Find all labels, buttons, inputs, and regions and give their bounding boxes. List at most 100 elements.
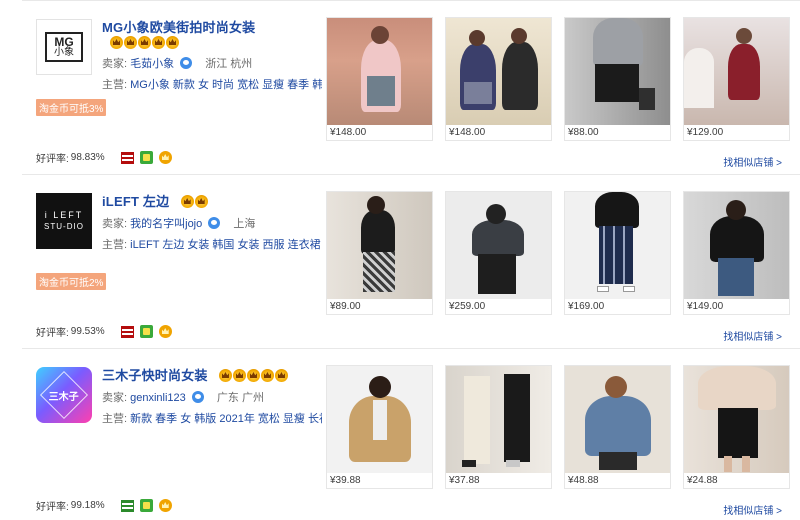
product-price: ¥37.88 [449, 475, 480, 486]
product-price: ¥129.00 [687, 127, 724, 138]
product-image[interactable] [327, 192, 432, 299]
product-image[interactable] [446, 192, 551, 299]
product-item[interactable]: ¥48.88 [564, 365, 671, 489]
rank-icon[interactable] [120, 499, 134, 512]
rating-row: 好评率: 99.18% [36, 498, 172, 513]
product-price: ¥89.00 [330, 301, 361, 312]
seller-line: 卖家: genxinli123 广东 广州 [102, 389, 322, 405]
crown-icon [110, 36, 123, 49]
product-image[interactable] [684, 366, 789, 473]
coin-discount-badge: 淘金币可抵2% [36, 273, 107, 290]
product-image[interactable] [565, 192, 670, 299]
product-item[interactable]: ¥169.00 [564, 191, 671, 315]
seller-name[interactable]: 我的名字叫jojo [130, 218, 202, 230]
product-item[interactable]: ¥129.00 [683, 17, 790, 141]
shop-card: i LEFT STU-DIO iLEFT 左边 卖家: 我的名字叫jojo 上海… [22, 177, 800, 349]
crown-icon [138, 36, 151, 49]
product-image[interactable] [446, 18, 551, 125]
shop-card: MG 小象 MG小象欧美街拍时尚女装 卖家: 毛茹小象 浙江 杭州 主营: MG… [22, 3, 800, 175]
main-business[interactable]: 新款 春季 女 韩版 2021年 宽松 显瘦 长袖 ... [130, 413, 322, 425]
crown-icon [194, 195, 208, 208]
product-item[interactable]: ¥89.00 [326, 191, 433, 315]
main-business-line: 主营: MG小象 新款 女 时尚 宽松 显瘦 春季 韩版 [102, 76, 322, 92]
product-price: ¥148.00 [330, 127, 367, 138]
seller-label: 卖家: [102, 218, 128, 230]
wangwang-chat-icon[interactable] [191, 391, 204, 403]
rating-label: 好评率: [36, 154, 69, 165]
main-label: 主营: [102, 239, 128, 251]
shop-logo[interactable]: i LEFT STU-DIO [36, 193, 92, 249]
product-price: ¥259.00 [449, 301, 486, 312]
shop-search-results: MG 小象 MG小象欧美街拍时尚女装 卖家: 毛茹小象 浙江 杭州 主营: MG… [0, 0, 800, 520]
coin-discount-badge: 淘金币可抵3% [36, 99, 107, 116]
rating-label: 好评率: [36, 328, 69, 339]
logo-text: 小象 [54, 47, 74, 58]
product-item[interactable]: ¥24.88 [683, 365, 790, 489]
rating-value: 99.18% [70, 500, 105, 511]
consumer-protection-icon[interactable] [139, 151, 153, 164]
crown-icon [180, 195, 194, 208]
product-price: ¥39.88 [330, 475, 361, 486]
crown-icon [246, 369, 260, 382]
rating-value: 98.83% [70, 152, 105, 163]
seller-line: 卖家: 我的名字叫jojo 上海 [102, 215, 322, 231]
product-image[interactable] [684, 18, 789, 125]
main-business[interactable]: MG小象 新款 女 时尚 宽松 显瘦 春季 韩版 [130, 79, 322, 91]
product-item[interactable]: ¥148.00 [445, 17, 552, 141]
product-image[interactable] [565, 18, 670, 125]
seller-name[interactable]: genxinli123 [130, 392, 186, 404]
product-image[interactable] [565, 366, 670, 473]
rank-icon[interactable] [120, 151, 134, 164]
product-image[interactable] [684, 192, 789, 299]
product-image[interactable] [446, 366, 551, 473]
shop-name[interactable]: iLEFT 左边 [102, 191, 169, 210]
shop-name[interactable]: MG小象欧美街拍时尚女装 [102, 17, 255, 36]
find-similar-shops-link[interactable]: 找相似店铺 > [723, 154, 782, 169]
gold-seller-icon[interactable] [158, 325, 172, 338]
crown-icon [152, 36, 165, 49]
product-item[interactable]: ¥149.00 [683, 191, 790, 315]
logo-text: 三木子 [49, 391, 79, 403]
rating-value: 99.53% [70, 326, 105, 337]
wangwang-chat-icon[interactable] [208, 217, 221, 229]
product-image[interactable] [327, 366, 432, 473]
seller-label: 卖家: [102, 58, 128, 70]
main-business-line: 主营: 新款 春季 女 韩版 2021年 宽松 显瘦 长袖 ... [102, 410, 322, 426]
find-similar-shops-link[interactable]: 找相似店铺 > [723, 502, 782, 517]
seller-line: 卖家: 毛茹小象 浙江 杭州 [102, 55, 322, 71]
find-similar-shops-link[interactable]: 找相似店铺 > [723, 328, 782, 343]
shop-logo[interactable]: MG 小象 [36, 19, 92, 75]
product-image[interactable] [327, 18, 432, 125]
product-list: ¥39.88 ¥37.88 ¥48.88 ¥24.88 [326, 365, 790, 489]
product-price: ¥24.88 [687, 475, 718, 486]
main-label: 主营: [102, 79, 128, 91]
divider [22, 0, 800, 1]
rank-icon[interactable] [120, 325, 134, 338]
product-price: ¥169.00 [568, 301, 605, 312]
main-business[interactable]: iLEFT 左边 女装 韩国 女装 西服 连衣裙 衬... [130, 239, 322, 251]
crown-icon [274, 369, 288, 382]
gold-seller-icon[interactable] [158, 151, 172, 164]
product-item[interactable]: ¥259.00 [445, 191, 552, 315]
product-item[interactable]: ¥37.88 [445, 365, 552, 489]
seller-name[interactable]: 毛茹小象 [130, 58, 174, 70]
shop-logo[interactable]: 三木子 [36, 367, 92, 423]
logo-text: i LEFT [44, 210, 84, 221]
consumer-protection-icon[interactable] [139, 325, 153, 338]
product-price: ¥88.00 [568, 127, 599, 138]
shop-name[interactable]: 三木子快时尚女装 [102, 365, 208, 384]
rating-row: 好评率: 98.83% [36, 150, 172, 165]
logo-text: STU-DIO [44, 221, 84, 231]
product-price: ¥48.88 [568, 475, 599, 486]
crown-rating [180, 195, 208, 208]
product-item[interactable]: ¥88.00 [564, 17, 671, 141]
wangwang-chat-icon[interactable] [180, 57, 193, 69]
product-price: ¥149.00 [687, 301, 724, 312]
gold-seller-icon[interactable] [158, 499, 172, 512]
shop-location: 广东 广州 [216, 392, 264, 404]
crown-icon [218, 369, 232, 382]
crown-icon [260, 369, 274, 382]
product-item[interactable]: ¥148.00 [326, 17, 433, 141]
consumer-protection-icon[interactable] [139, 499, 153, 512]
product-item[interactable]: ¥39.88 [326, 365, 433, 489]
